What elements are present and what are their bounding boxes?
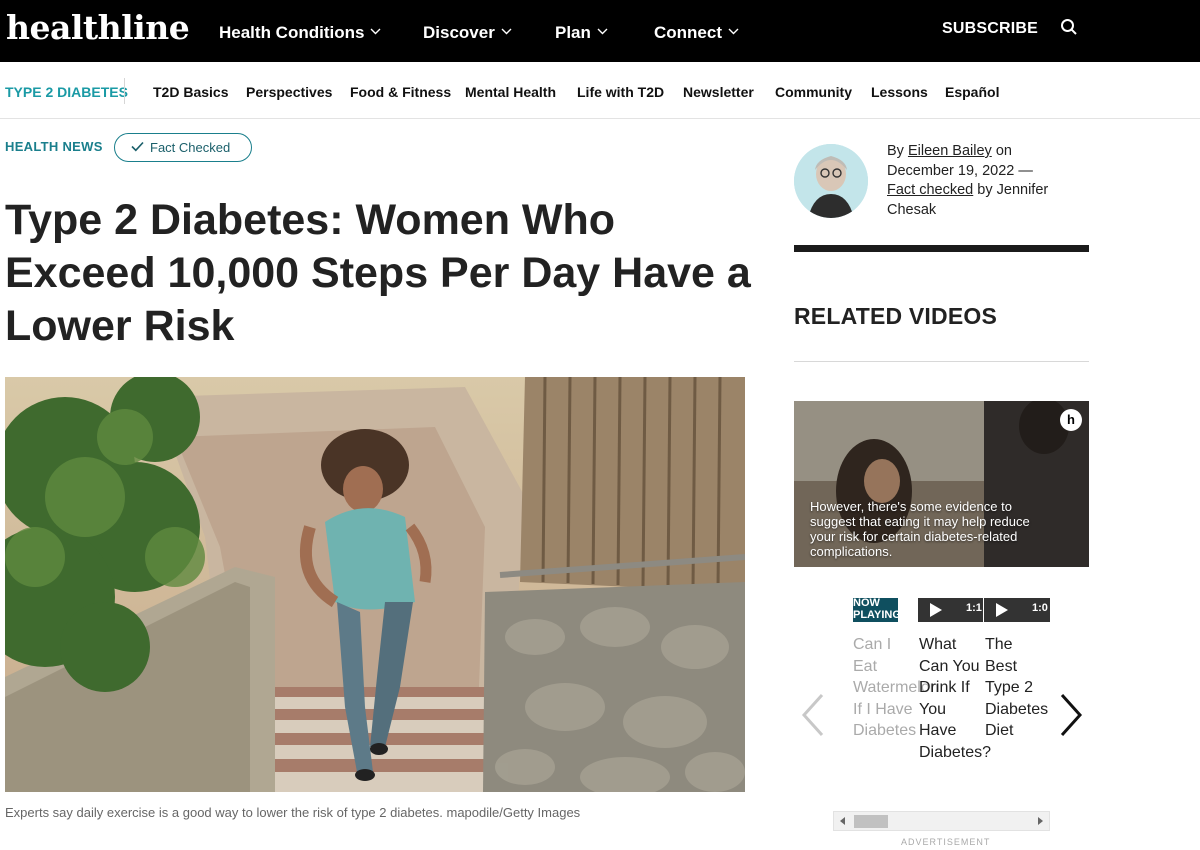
video-player[interactable]: However, there's some evidence to sugges… bbox=[794, 401, 1089, 567]
video-card-title[interactable]: Can I Eat Watermelon If I Have Diabetes bbox=[853, 634, 939, 742]
carousel-next-arrow-icon[interactable] bbox=[1058, 693, 1084, 742]
divider bbox=[794, 361, 1089, 362]
section-navigation: TYPE 2 DIABETES T2D Basics Perspectives … bbox=[0, 62, 1200, 119]
fact-checked-badge[interactable]: Fact Checked bbox=[114, 133, 252, 162]
play-icon bbox=[930, 603, 942, 622]
search-icon[interactable] bbox=[1060, 18, 1078, 41]
subnav-espanol[interactable]: Español bbox=[945, 84, 999, 100]
subnav-newsletter[interactable]: Newsletter bbox=[683, 84, 754, 100]
byline-dash: — bbox=[1018, 162, 1033, 179]
advertisement-label: ADVERTISEMENT bbox=[901, 837, 991, 847]
video-thumbnail[interactable]: 1:1 bbox=[918, 598, 983, 622]
subnav-perspectives[interactable]: Perspectives bbox=[246, 84, 332, 100]
publish-date: December 19, 2022 bbox=[887, 162, 1015, 179]
nav-connect[interactable]: Connect bbox=[654, 20, 739, 43]
nav-label: Connect bbox=[654, 23, 722, 42]
video-caption: However, there's some evidence to sugges… bbox=[810, 499, 1030, 559]
video-card-title[interactable]: What Can You Drink If You Have Diabetes? bbox=[919, 634, 991, 764]
video-duration: 1:1 bbox=[966, 602, 982, 614]
scrollbar-thumb[interactable] bbox=[854, 815, 888, 828]
nav-health-conditions[interactable]: Health Conditions bbox=[219, 20, 381, 43]
scroll-left-icon[interactable] bbox=[840, 817, 845, 825]
video-duration: 1:0 bbox=[1032, 602, 1048, 614]
nav-plan[interactable]: Plan bbox=[555, 20, 608, 43]
now-playing-label: NOW PLAYING bbox=[853, 598, 898, 621]
subnav-t2d-basics[interactable]: T2D Basics bbox=[153, 84, 228, 100]
fact-checked-link[interactable]: Fact checked bbox=[887, 182, 973, 198]
chevron-down-icon bbox=[728, 20, 739, 40]
byline: By Eileen Bailey on December 19, 2022 — … bbox=[887, 142, 1087, 220]
chevron-down-icon bbox=[597, 20, 608, 40]
article-kicker[interactable]: HEALTH NEWS bbox=[5, 139, 103, 154]
subnav-lessons[interactable]: Lessons bbox=[871, 84, 928, 100]
carousel-prev-arrow-icon[interactable] bbox=[800, 693, 826, 742]
play-icon bbox=[996, 603, 1008, 622]
byline-on: on bbox=[995, 143, 1012, 159]
section-brand-link[interactable]: TYPE 2 DIABETES bbox=[5, 84, 128, 100]
video-thumbnail[interactable]: 1:0 bbox=[984, 598, 1050, 622]
video-thumbnail-now-playing[interactable]: NOW PLAYING bbox=[853, 598, 898, 622]
divider bbox=[794, 245, 1089, 252]
checkmark-icon bbox=[131, 139, 144, 157]
chevron-down-icon bbox=[370, 20, 381, 40]
top-navigation: healthline Health Conditions Discover Pl… bbox=[0, 0, 1200, 62]
subscribe-button[interactable]: SUBSCRIBE bbox=[942, 20, 1038, 38]
image-caption: Experts say daily exercise is a good way… bbox=[5, 805, 581, 820]
hero-image bbox=[5, 377, 745, 792]
subnav-food-fitness[interactable]: Food & Fitness bbox=[350, 84, 451, 100]
site-logo[interactable]: healthline bbox=[6, 8, 190, 47]
carousel-scrollbar[interactable] bbox=[833, 811, 1050, 831]
scroll-right-icon[interactable] bbox=[1038, 817, 1043, 825]
subnav-mental-health[interactable]: Mental Health bbox=[465, 84, 556, 100]
byline-by: By bbox=[887, 143, 904, 159]
related-videos-title: RELATED VIDEOS bbox=[794, 303, 998, 329]
video-card-title[interactable]: The Best Type 2 Diabetes Diet bbox=[985, 634, 1049, 742]
article-headline: Type 2 Diabetes: Women Who Exceed 10,000… bbox=[5, 196, 751, 350]
author-link[interactable]: Eileen Bailey bbox=[908, 143, 992, 159]
subnav-community[interactable]: Community bbox=[775, 84, 852, 100]
nav-label: Plan bbox=[555, 23, 591, 42]
subnav-life-with-t2d[interactable]: Life with T2D bbox=[577, 84, 664, 100]
nav-label: Discover bbox=[423, 23, 495, 42]
divider bbox=[124, 78, 125, 104]
nav-label: Health Conditions bbox=[219, 23, 365, 42]
healthline-badge-icon: h bbox=[1060, 409, 1082, 431]
chevron-down-icon bbox=[501, 20, 512, 40]
nav-discover[interactable]: Discover bbox=[423, 20, 512, 43]
fact-checked-label: Fact Checked bbox=[150, 140, 231, 155]
author-avatar[interactable] bbox=[794, 144, 868, 218]
